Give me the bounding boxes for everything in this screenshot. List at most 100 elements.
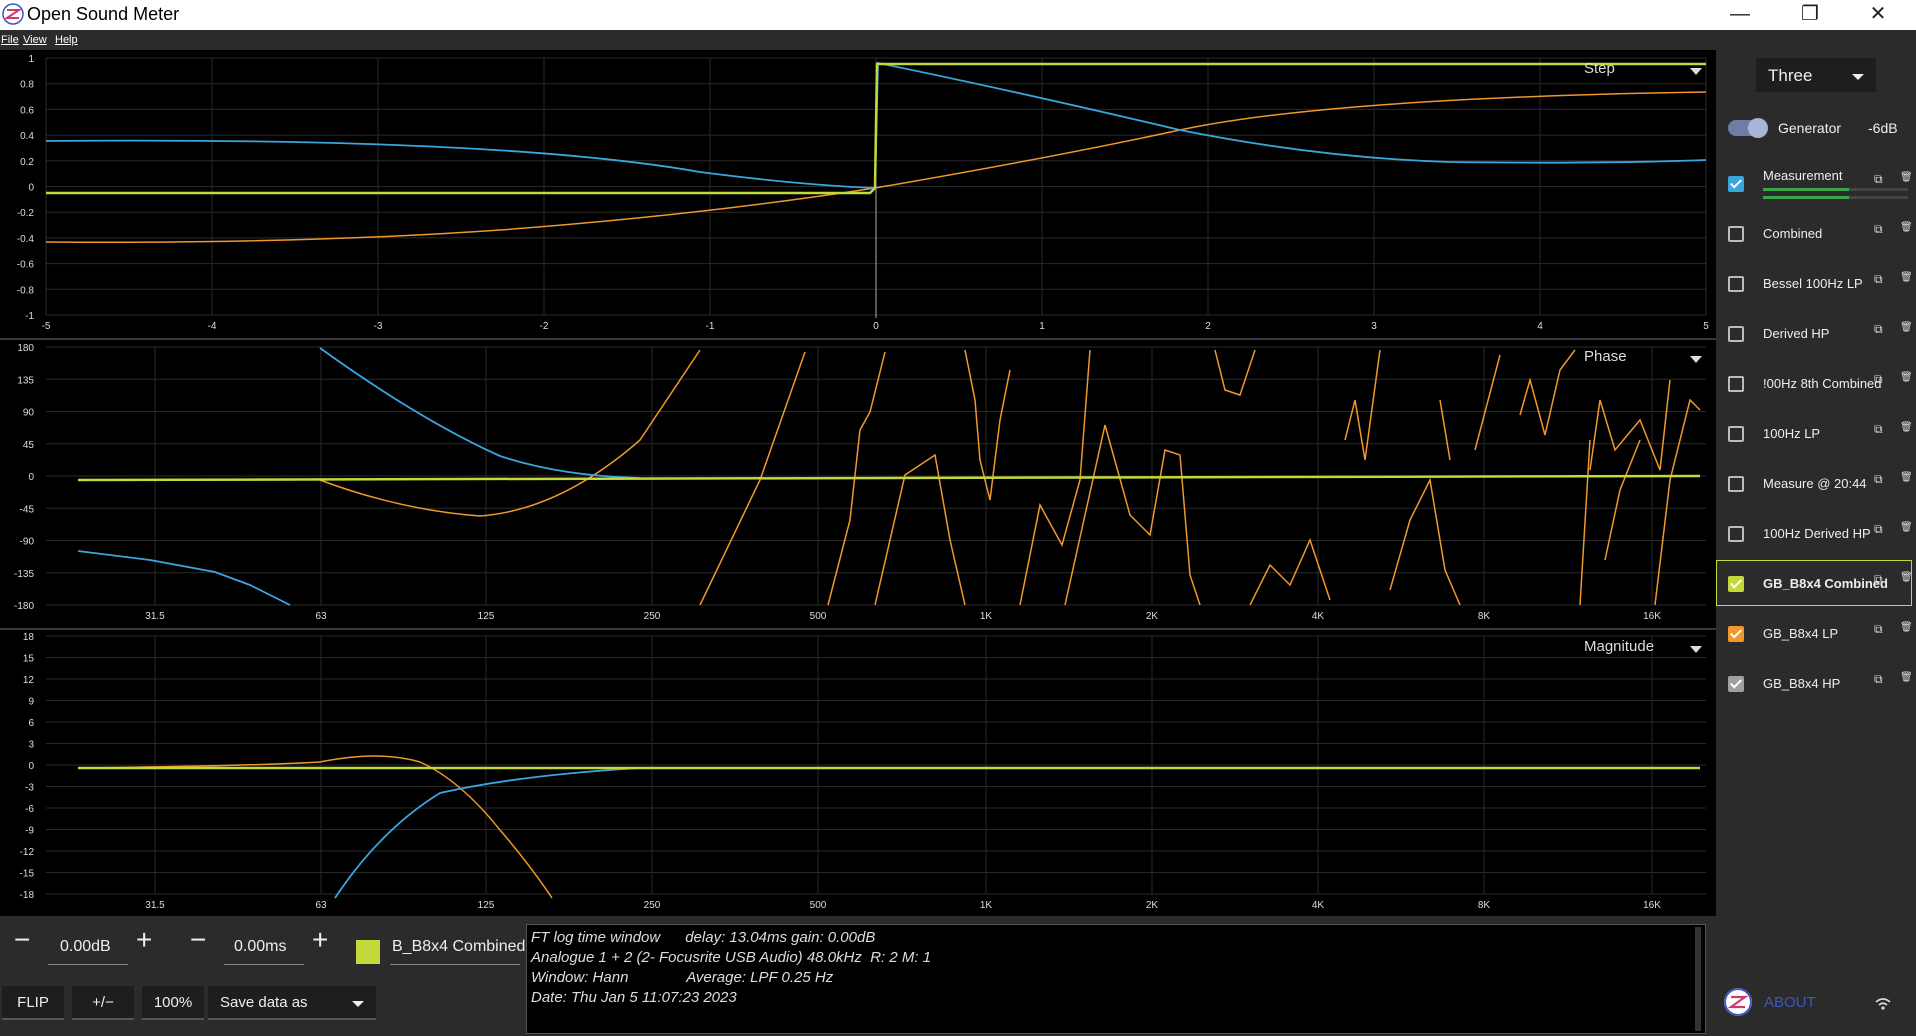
source-item[interactable]: Bessel 100Hz LP ⧉ 🗑 [1716, 268, 1916, 302]
copy-icon[interactable]: ⧉ [1874, 272, 1883, 287]
source-checkbox[interactable] [1728, 576, 1744, 592]
source-item[interactable]: Combined ⧉ 🗑 [1716, 218, 1916, 252]
source-item[interactable]: 100Hz Derived HP ⧉ 🗑 [1716, 518, 1916, 552]
x-tick-label: 16K [1643, 900, 1661, 911]
x-tick-label: 1K [980, 611, 993, 622]
level-meter [1763, 188, 1908, 191]
x-tick-label: 8K [1478, 900, 1491, 911]
source-label: 100Hz LP [1763, 426, 1821, 441]
copy-icon[interactable]: ⧉ [1874, 372, 1883, 387]
info-line: Date: Thu Jan 5 11:07:23 2023 [531, 989, 737, 1006]
source-checkbox[interactable] [1728, 276, 1744, 292]
gain-input-underline [48, 964, 128, 965]
x-tick-label: 2K [1146, 611, 1159, 622]
scale-button[interactable]: 100% [142, 986, 204, 1020]
source-item[interactable]: GB_B8x4 Combined ⧉ 🗑 [1716, 568, 1916, 602]
copy-icon[interactable]: ⧉ [1874, 622, 1883, 637]
magnitude-plot[interactable]: 18 15 12 9 6 3 0 -3 -6 -9 -12 -15 -18 31.5 63 125 250 50… [0, 630, 1716, 916]
copy-icon[interactable]: ⧉ [1874, 472, 1883, 487]
delay-increase-button[interactable]: + [312, 924, 328, 956]
copy-icon[interactable]: ⧉ [1874, 322, 1883, 337]
source-item[interactable]: 100Hz LP ⧉ 🗑 [1716, 418, 1916, 452]
trash-icon[interactable]: 🗑 [1900, 372, 1913, 383]
source-color-swatch[interactable] [356, 940, 380, 964]
generator-level[interactable]: -6dB [1868, 120, 1898, 136]
copy-icon[interactable]: ⧉ [1874, 222, 1883, 237]
trash-icon[interactable]: 🗑 [1900, 622, 1913, 633]
close-button[interactable]: ✕ [1848, 0, 1908, 30]
polarity-button[interactable]: +/− [72, 986, 134, 1020]
source-item[interactable]: Measure @ 20:44 ⧉ 🗑 [1716, 468, 1916, 502]
trash-icon[interactable]: 🗑 [1900, 172, 1913, 183]
y-tick-label: 0.8 [20, 80, 34, 91]
source-item[interactable]: GB_B8x4 HP ⧉ 🗑 [1716, 668, 1916, 702]
source-checkbox[interactable] [1728, 476, 1744, 492]
source-checkbox[interactable] [1728, 426, 1744, 442]
source-name-input[interactable]: B_B8x4 Combined [392, 938, 525, 956]
about-button[interactable]: ABOUT [1724, 988, 1834, 1024]
title-bar: Open Sound Meter — ❐ ✕ [0, 0, 1916, 30]
app-logo-icon [2, 3, 24, 25]
source-checkbox[interactable] [1728, 176, 1744, 192]
flip-button[interactable]: FLIP [2, 986, 64, 1020]
generator-label: Generator [1778, 120, 1842, 136]
trash-icon[interactable]: 🗑 [1900, 272, 1913, 283]
minimize-button[interactable]: — [1710, 0, 1770, 30]
phase-plot-dropdown-arrow[interactable] [1690, 356, 1702, 363]
source-checkbox[interactable] [1728, 626, 1744, 642]
menu-file[interactable]: File [1, 34, 19, 46]
y-tick-label: -0.8 [17, 285, 35, 296]
generator-toggle[interactable] [1728, 118, 1768, 138]
copy-icon[interactable]: ⧉ [1874, 422, 1883, 437]
y-tick-label: 9 [28, 697, 34, 708]
step-plot-dropdown-arrow[interactable] [1690, 68, 1702, 75]
trash-icon[interactable]: 🗑 [1900, 522, 1913, 533]
copy-icon[interactable]: ⧉ [1874, 172, 1883, 187]
source-label: Combined [1763, 226, 1823, 241]
level-meter-fill [1763, 188, 1849, 191]
copy-icon[interactable]: ⧉ [1874, 672, 1883, 687]
y-tick-label: -15 [20, 869, 35, 880]
phase-plot[interactable]: 180 135 90 45 0 -45 -90 -135 -180 31.5 63 125 250 50… [0, 340, 1716, 628]
source-checkbox[interactable] [1728, 226, 1744, 242]
source-name-underline [390, 964, 520, 965]
maximize-button[interactable]: ❐ [1780, 0, 1840, 30]
y-tick-label: 45 [23, 440, 35, 451]
x-tick-label: 63 [315, 611, 327, 622]
info-line: Window: Hann Average: LPF 0.25 Hz [531, 969, 834, 986]
phase-plot-svg: 180 135 90 45 0 -45 -90 -135 -180 31.5 63 125 250 50… [14, 343, 1706, 622]
level-meter-fill [1763, 196, 1849, 199]
delay-input[interactable]: 0.00ms [234, 938, 286, 956]
delay-decrease-button[interactable]: − [190, 924, 206, 956]
copy-icon[interactable]: ⧉ [1874, 572, 1883, 587]
y-tick-label: 1 [28, 54, 34, 65]
mode-select[interactable]: Three [1756, 58, 1876, 92]
copy-icon[interactable]: ⧉ [1874, 522, 1883, 537]
x-tick-label: -3 [374, 321, 383, 332]
magnitude-plot-dropdown-arrow[interactable] [1690, 646, 1702, 653]
source-item[interactable]: GB_B8x4 LP ⧉ 🗑 [1716, 618, 1916, 652]
source-checkbox[interactable] [1728, 526, 1744, 542]
source-checkbox[interactable] [1728, 676, 1744, 692]
trash-icon[interactable]: 🗑 [1900, 222, 1913, 233]
trash-icon[interactable]: 🗑 [1900, 572, 1913, 583]
gain-increase-button[interactable]: + [136, 924, 152, 956]
trash-icon[interactable]: 🗑 [1900, 322, 1913, 333]
trash-icon[interactable]: 🗑 [1900, 472, 1913, 483]
trash-icon[interactable]: 🗑 [1900, 672, 1913, 683]
source-item[interactable]: Derived HP ⧉ 🗑 [1716, 318, 1916, 352]
trash-icon[interactable]: 🗑 [1900, 422, 1913, 433]
menu-view[interactable]: View [23, 34, 47, 46]
source-checkbox[interactable] [1728, 376, 1744, 392]
info-scrollbar[interactable] [1695, 927, 1701, 1031]
menu-help[interactable]: Help [55, 34, 78, 46]
step-plot[interactable]: 1 0.8 0.6 0.4 0.2 0 -0.2 -0.4 -0.6 -0.8 -1 -5 -4 -3 -… [0, 50, 1716, 338]
gain-input[interactable]: 0.00dB [60, 938, 111, 956]
source-checkbox[interactable] [1728, 326, 1744, 342]
source-item[interactable]: !00Hz 8th Combined ⧉ 🗑 [1716, 368, 1916, 402]
save-data-select[interactable]: Save data as [208, 986, 376, 1020]
source-item[interactable]: Measurement ⧉ 🗑 [1716, 168, 1916, 202]
magnitude-trace-blue [334, 767, 680, 899]
gain-decrease-button[interactable]: − [14, 924, 30, 956]
source-label: GB_B8x4 LP [1763, 626, 1839, 641]
